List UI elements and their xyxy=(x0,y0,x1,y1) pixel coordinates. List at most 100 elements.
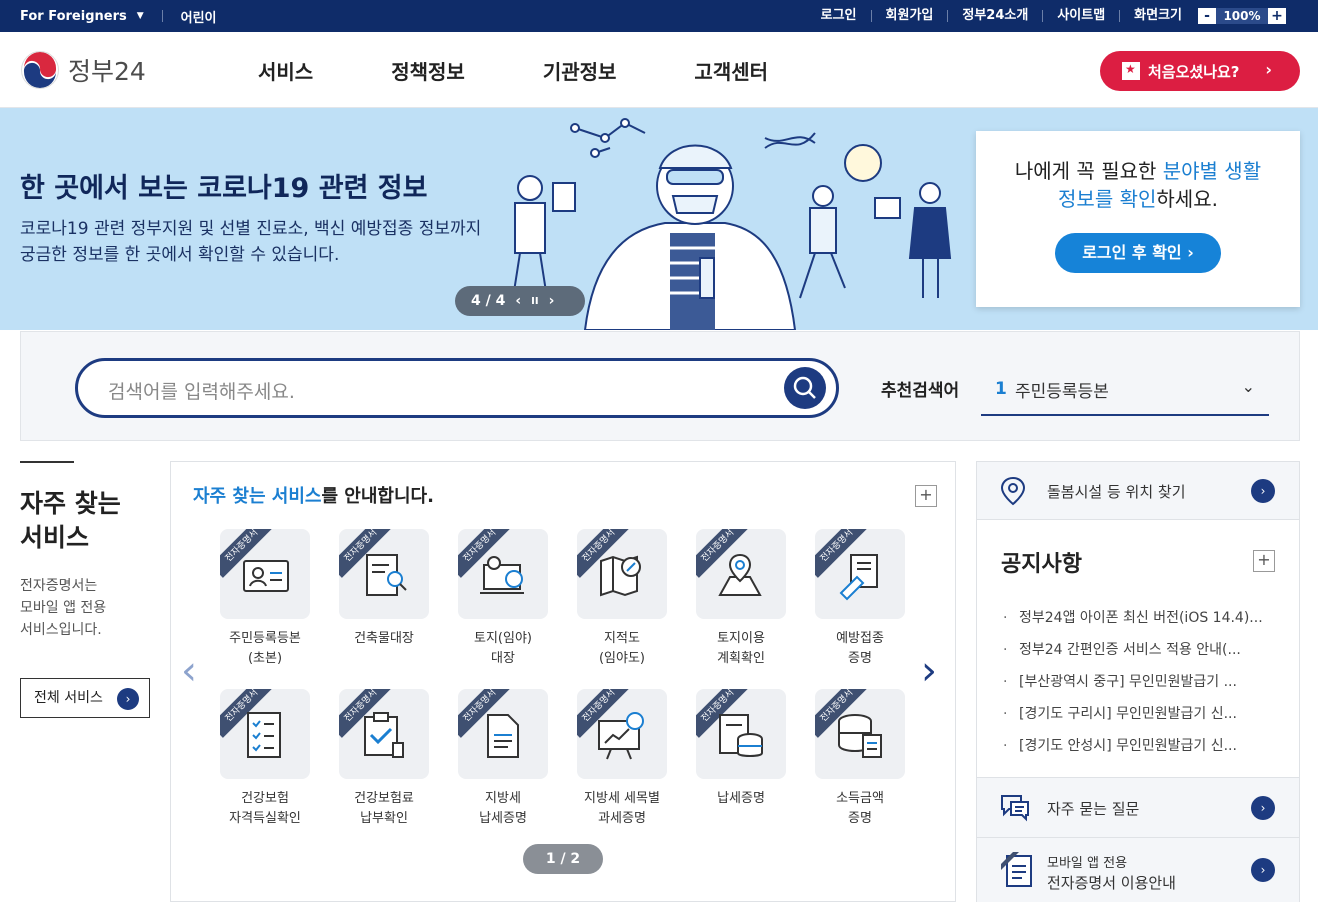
desc-line1: 전자증명서는 xyxy=(20,578,98,594)
document-search-icon xyxy=(366,554,407,596)
service-tile[interactable]: 전자증명서 예방접종 증명 xyxy=(805,529,915,669)
about-link[interactable]: 정부24소개 xyxy=(948,9,1044,22)
notice-more-button[interactable]: + xyxy=(1253,550,1275,572)
chevron-right-icon[interactable]: › xyxy=(1251,858,1275,882)
divider xyxy=(161,10,163,22)
service-tile[interactable]: 전자증명서 소득금액 증명 xyxy=(805,689,915,829)
banner-next-button[interactable]: › xyxy=(549,293,555,309)
service-tile[interactable]: 전자증명서 건강보험료 납부확인 xyxy=(329,689,439,829)
location-pin-icon xyxy=(1000,476,1026,506)
service-tile[interactable]: 전자증명서 납세증명 xyxy=(686,689,796,809)
service-label-line1: 지방세 세목별 xyxy=(584,791,660,806)
certificate-document-icon xyxy=(1001,852,1032,887)
heading-line1: 자주 찾는 xyxy=(20,489,121,518)
login-msg-hl2: 정보를 확인 xyxy=(1058,187,1157,211)
chevron-down-icon[interactable]: ⌄ xyxy=(1242,377,1255,396)
mobile-certificate-guide[interactable]: 모바일 앱 전용 전자증명서 이용안내 › xyxy=(977,838,1299,902)
service-label-line2: 증명 xyxy=(848,651,872,666)
service-tile-icon-box: 전자증명서 xyxy=(458,529,548,619)
search-section: 검색어를 입력해주세요. 추천검색어 1 주민등록등본 ⌄ xyxy=(20,331,1300,441)
login-info-message: 나에게 꼭 필요한 분야별 생활 정보를 확인하세요. xyxy=(976,157,1300,213)
logo[interactable]: 정부24 xyxy=(20,50,146,90)
mobile-guide-small: 모바일 앱 전용 xyxy=(1047,856,1128,871)
clipboard-check-icon xyxy=(364,712,404,758)
all-services-button[interactable]: 전체 서비스 › xyxy=(20,678,150,718)
zoom-out-button[interactable]: - xyxy=(1198,8,1216,24)
coins-stack-icon xyxy=(838,714,882,758)
faq-label: 자주 묻는 질문 xyxy=(1047,800,1140,818)
file-icon xyxy=(487,714,519,758)
nav-policy[interactable]: 정책정보 xyxy=(391,56,465,85)
service-label-line2: 자격득실확인 xyxy=(229,811,301,826)
logo-text: 정부24 xyxy=(68,57,146,86)
banner-prev-button[interactable]: ‹ xyxy=(515,293,521,309)
search-input[interactable]: 검색어를 입력해주세요. xyxy=(75,358,839,418)
frequent-services-intro: 자주 찾는 서비스 전자증명서는 모바일 앱 전용 서비스입니다. 전체 서비스… xyxy=(20,461,160,718)
services-more-button[interactable]: + xyxy=(915,485,937,507)
kids-link[interactable]: 어린이 xyxy=(181,7,217,26)
care-facility-finder[interactable]: 돌봄시설 등 위치 찾기 › xyxy=(977,462,1299,520)
service-tile-label: 토지(임야) 대장 xyxy=(448,629,558,669)
service-label-line1: 토지이용 xyxy=(717,631,765,646)
id-card-icon xyxy=(243,560,289,592)
sitemap-link[interactable]: 사이트맵 xyxy=(1043,9,1121,22)
service-tile-icon-box: 전자증명서 xyxy=(577,529,667,619)
nav-services[interactable]: 서비스 xyxy=(258,56,313,85)
star-badge-icon xyxy=(1122,62,1140,80)
login-check-button[interactable]: 로그인 후 확인 › xyxy=(1055,233,1221,273)
heading-line2: 서비스 xyxy=(20,523,90,552)
services-next-arrow[interactable]: › xyxy=(921,648,937,694)
utility-bar: For Foreigners ▼ 어린이 로그인 회원가입 정부24소개 사이트… xyxy=(0,0,1318,32)
nav-customer[interactable]: 고객센터 xyxy=(694,56,768,85)
first-visit-button[interactable]: 처음오셨나요? › xyxy=(1100,51,1300,91)
service-tile[interactable]: 전자증명서 건축물대장 xyxy=(329,529,439,649)
nav-agency[interactable]: 기관정보 xyxy=(543,56,617,85)
syringe-icon xyxy=(839,554,878,601)
notice-section: 공지사항 + 정부24앱 아이폰 최신 버전(iOS 14.4)... 정부24… xyxy=(977,520,1299,778)
banner-pager: 4 / 4 ‹ II › xyxy=(455,286,585,316)
signup-link[interactable]: 회원가입 xyxy=(872,9,949,22)
chevron-right-icon: › xyxy=(117,688,139,710)
services-pager: 1 / 2 xyxy=(523,844,603,874)
service-label-line1: 주민등록등본 xyxy=(229,631,301,646)
service-tile[interactable]: 전자증명서 토지이용 계획확인 xyxy=(686,529,796,669)
services-title-highlight: 자주 찾는 서비스 xyxy=(193,486,322,507)
search-button[interactable] xyxy=(784,367,826,409)
notice-item[interactable]: 정부24앱 아이폰 최신 버전(iOS 14.4)... xyxy=(1001,602,1273,634)
map-search-icon xyxy=(600,555,641,597)
service-label-line1: 지방세 xyxy=(485,791,521,806)
chat-bubble-icon xyxy=(1001,795,1029,822)
login-msg-b: 하세요. xyxy=(1156,187,1218,211)
service-tile-icon-box: 전자증명서 xyxy=(458,689,548,779)
notice-item[interactable]: [경기도 안성시] 무인민원발급기 신... xyxy=(1001,730,1273,762)
zoom-label: 화면크기 xyxy=(1134,8,1182,23)
notice-item[interactable]: 정부24 간편인증 서비스 적용 안내(... xyxy=(1001,634,1273,666)
right-panel: 돌봄시설 등 위치 찾기 › 공지사항 + 정부24앱 아이폰 최신 버전(iO… xyxy=(976,461,1300,902)
chevron-right-icon[interactable]: › xyxy=(1251,796,1275,820)
service-tile[interactable]: 전자증명서 지방세 세목별 과세증명 xyxy=(567,689,677,829)
for-foreigners-dropdown[interactable]: For Foreigners xyxy=(20,9,127,24)
notice-item[interactable]: [부산광역시 중구] 무인민원발급기 ... xyxy=(1001,666,1273,698)
service-tile[interactable]: 전자증명서토지(임야) 대장 xyxy=(448,529,558,669)
recommended-keyword[interactable]: 주민등록등본 xyxy=(1015,377,1109,402)
login-link[interactable]: 로그인 xyxy=(807,9,872,22)
checklist-icon xyxy=(247,712,281,758)
banner-pause-button[interactable]: II xyxy=(531,296,538,307)
faq-link[interactable]: 자주 묻는 질문 › xyxy=(977,778,1299,838)
service-tile-icon-box: 전자증명서 xyxy=(696,689,786,779)
service-tile-label: 건강보험료 납부확인 xyxy=(329,789,439,829)
service-tile[interactable]: 전자증명서 주민등록등본 (초본) xyxy=(210,529,320,669)
services-prev-arrow[interactable]: ‹ xyxy=(181,648,197,694)
service-tile[interactable]: 전자증명서 지적도 (임야도) xyxy=(567,529,677,669)
service-label-line2: (임야도) xyxy=(598,651,646,666)
all-services-label: 전체 서비스 xyxy=(34,690,103,706)
recommended-keyword-dropdown[interactable]: 1 주민등록등본 ⌄ xyxy=(981,362,1269,416)
chevron-right-icon[interactable]: › xyxy=(1251,479,1275,503)
service-tile[interactable]: 전자증명서 건강보험 자격득실확인 xyxy=(210,689,320,829)
service-tile[interactable]: 전자증명서 지방세 납세증명 xyxy=(448,689,558,829)
banner-page-indicator: 4 / 4 xyxy=(471,293,506,309)
search-placeholder: 검색어를 입력해주세요. xyxy=(108,381,295,403)
zoom-in-button[interactable]: + xyxy=(1268,8,1286,24)
login-msg-a: 나에게 꼭 필요한 xyxy=(1014,159,1163,183)
notice-item[interactable]: [경기도 구리시] 무인민원발급기 신... xyxy=(1001,698,1273,730)
